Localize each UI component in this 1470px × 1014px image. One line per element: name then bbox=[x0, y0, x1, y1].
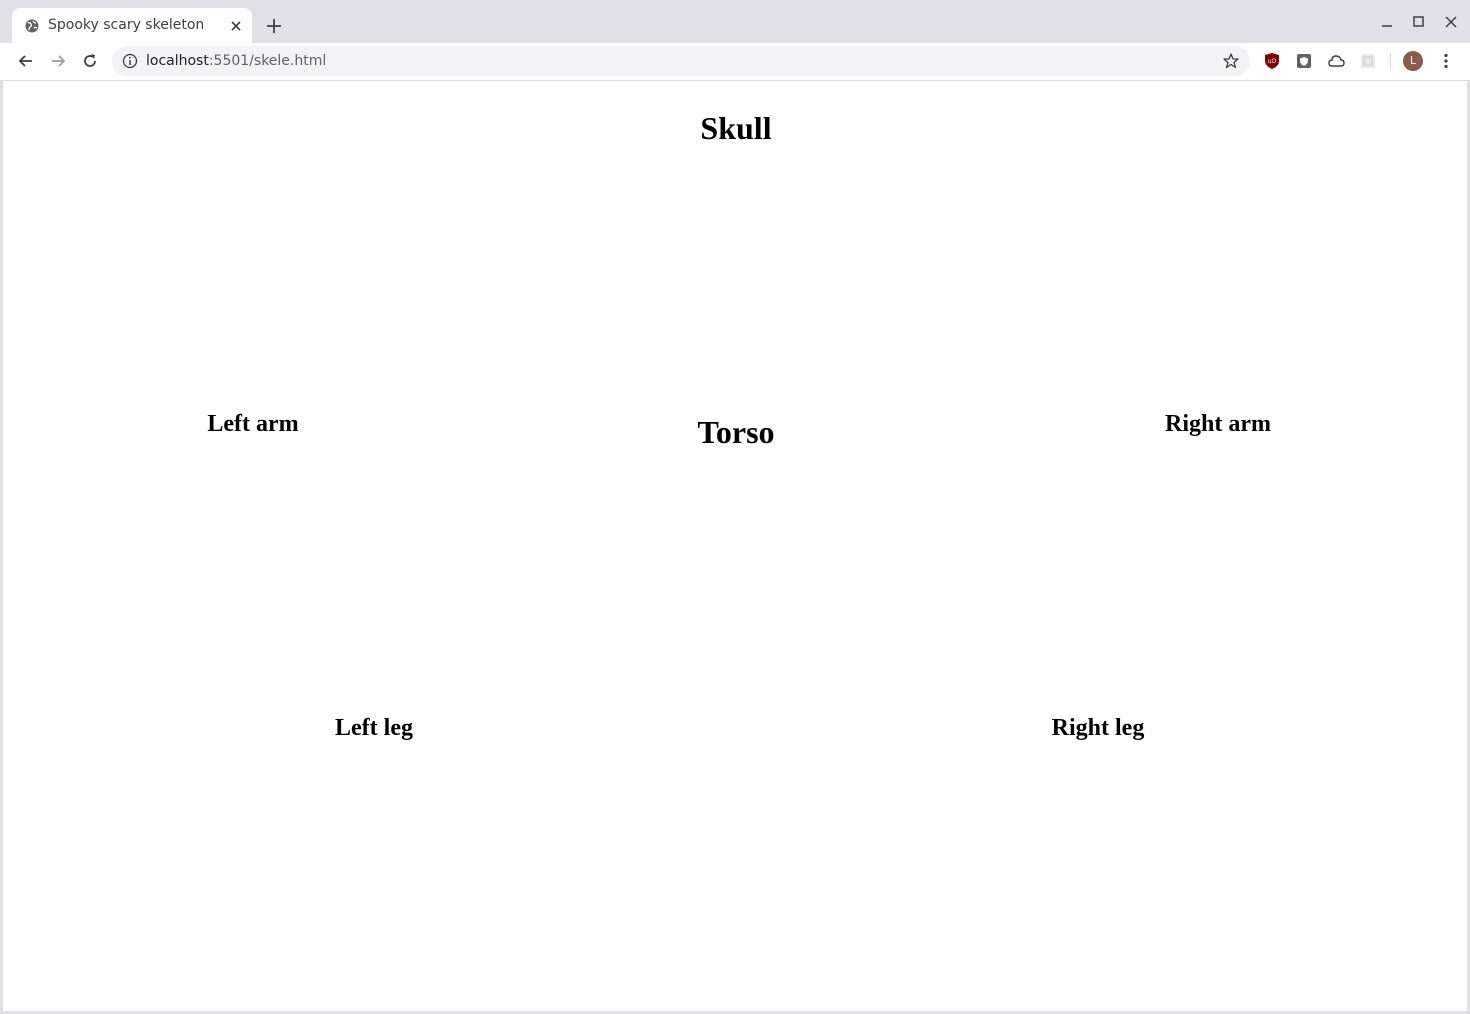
back-icon[interactable] bbox=[16, 51, 36, 71]
minimize-icon[interactable] bbox=[1377, 12, 1397, 32]
globe-icon bbox=[25, 19, 39, 33]
shield-extension-icon[interactable] bbox=[1295, 52, 1313, 70]
more-menu-icon[interactable] bbox=[1436, 51, 1456, 71]
skull-heading: Skull bbox=[700, 110, 772, 146]
url-host: localhost bbox=[146, 53, 209, 69]
info-icon[interactable] bbox=[122, 53, 138, 69]
puzzle-extension-icon[interactable] bbox=[1359, 52, 1377, 70]
ublock-icon[interactable]: uO bbox=[1263, 52, 1281, 70]
toolbar-separator bbox=[1390, 53, 1391, 71]
forward-icon[interactable] bbox=[48, 51, 68, 71]
tab-title: Spooky scary skeleton bbox=[48, 17, 205, 33]
torso-heading: Torso bbox=[697, 414, 775, 450]
right-arm-heading: Right arm bbox=[1165, 411, 1271, 437]
star-icon[interactable] bbox=[1222, 52, 1240, 70]
page-viewport: Skull Left arm Torso Right arm Left leg … bbox=[3, 81, 1467, 1011]
window-close-icon[interactable] bbox=[1441, 12, 1461, 32]
address-bar[interactable]: localhost:5501/skele.html bbox=[112, 46, 1250, 76]
url-path: :5501/skele.html bbox=[208, 53, 327, 69]
right-leg-heading: Right leg bbox=[1051, 715, 1145, 741]
window-frame-left bbox=[0, 81, 3, 1014]
avatar[interactable]: L bbox=[1403, 51, 1423, 71]
close-icon[interactable] bbox=[228, 18, 244, 34]
svg-text:uO: uO bbox=[1268, 58, 1277, 65]
left-leg-heading: Left leg bbox=[335, 715, 413, 741]
maximize-icon[interactable] bbox=[1409, 12, 1429, 32]
left-arm-heading: Left arm bbox=[207, 411, 299, 437]
reload-icon[interactable] bbox=[80, 51, 100, 71]
browser-tab[interactable]: Spooky scary skeleton bbox=[12, 8, 252, 43]
browser-toolbar: localhost:5501/skele.html uO L bbox=[0, 43, 1470, 81]
plus-icon[interactable] bbox=[264, 16, 284, 36]
tab-strip: Spooky scary skeleton bbox=[0, 0, 1470, 43]
url-text[interactable]: localhost:5501/skele.html bbox=[146, 53, 326, 69]
cloud-icon[interactable] bbox=[1327, 52, 1345, 70]
